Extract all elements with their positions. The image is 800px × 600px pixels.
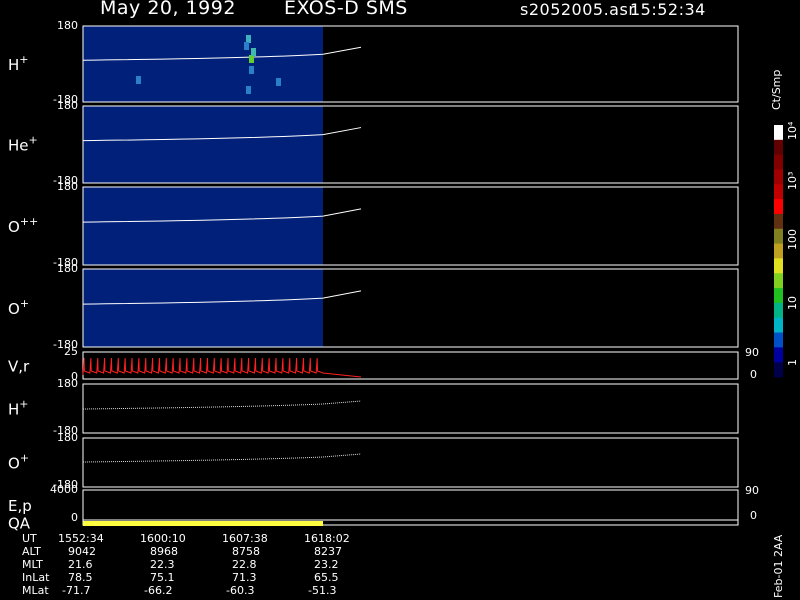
right-tick-bottom-4: 0 [750, 368, 757, 381]
ephem-inlat-3: 65.5 [314, 571, 339, 584]
ephem-alt-3: 8237 [314, 545, 342, 558]
vr-series-line [82, 357, 362, 378]
colorbar-seg-8 [774, 243, 783, 259]
colorbar-seg-2 [774, 154, 783, 170]
ephem-mlt-0: 21.6 [68, 558, 93, 571]
ephem-inlat-2: 71.3 [232, 571, 257, 584]
tick-top-5: 180 [57, 377, 78, 390]
heatmap-1 [83, 106, 323, 183]
ephem-inlat-1: 75.1 [150, 571, 175, 584]
tick-top-7: 4000 [50, 483, 78, 496]
right-tick-top-4: 90 [745, 346, 759, 359]
header-date: May 20, 1992 [100, 0, 236, 19]
version-label: Feb-01 2AA [772, 534, 785, 598]
panel-label-1: He+ [8, 134, 38, 155]
heatmap-0 [83, 26, 323, 102]
colorbar-title: Ct/Smp [770, 69, 783, 110]
ephem-label-ut: UT [22, 532, 37, 545]
ephem-alt-0: 9042 [68, 545, 96, 558]
colorbar-seg-1 [774, 139, 783, 156]
colorbar-seg-15 [774, 347, 783, 363]
tick-top-0: 180 [57, 19, 78, 32]
angle-trace-6 [82, 453, 362, 463]
panel-frame-5 [82, 383, 739, 434]
ephem-ut-0: 1552:34 [58, 532, 104, 545]
colorbar-seg-4 [774, 184, 783, 200]
panel-label-6: O+ [8, 452, 29, 473]
colorbar-tick-3: 10³ [786, 172, 799, 190]
tick-top-1: 180 [57, 99, 78, 112]
colorbar-tick-0: 1 [786, 359, 799, 366]
ephem-mlt-2: 22.8 [232, 558, 257, 571]
panel-label-8: QA [8, 515, 31, 533]
panel-frame-6 [82, 437, 739, 488]
panel-frame-7 [82, 489, 739, 521]
colorbar-seg-9 [774, 258, 783, 274]
right-tick-top-7: 90 [745, 484, 759, 497]
panel-frame-4 [82, 351, 739, 380]
ephem-mlt-1: 22.3 [150, 558, 175, 571]
ephem-label-inlat: InLat [22, 571, 50, 584]
ephem-label-mlat: MLat [22, 584, 49, 597]
hotspot-0 [246, 35, 251, 43]
ephem-ut-3: 1618:02 [304, 532, 350, 545]
ephem-label-mlt: MLT [22, 558, 43, 571]
colorbar-seg-13 [774, 317, 783, 334]
hotspot-1 [249, 55, 254, 63]
tick-top-3: 180 [57, 262, 78, 275]
right-tick-bottom-7: 0 [750, 509, 757, 522]
ephem-mlat-1: -66.2 [144, 584, 173, 597]
colorbar-seg-16 [774, 362, 783, 378]
header-time: 15:52:34 [630, 0, 706, 19]
colorbar-tick-2: 100 [786, 229, 799, 250]
panel-label-3: O+ [8, 297, 29, 318]
colorbar-tick-4: 10⁴ [786, 121, 799, 140]
hotspot-2 [251, 48, 256, 56]
colorbar-seg-6 [774, 213, 783, 230]
panel-label-7: E,p [8, 497, 32, 515]
multi-panel-plot: 180-180H+180-180He+180-180O++180-180O+25… [8, 19, 799, 533]
qa-bar [83, 521, 323, 526]
colorbar-seg-0 [774, 125, 783, 141]
hotspot-7 [246, 86, 251, 94]
tick-top-4: 25 [64, 345, 78, 358]
hotspot-3 [244, 42, 249, 50]
colorbar-seg-5 [774, 199, 783, 215]
ephem-inlat-0: 78.5 [68, 571, 93, 584]
colorbar-seg-11 [774, 288, 783, 304]
ephem-alt-2: 8758 [232, 545, 260, 558]
colorbar-seg-14 [774, 332, 783, 348]
ephem-mlat-0: -71.7 [62, 584, 91, 597]
panel-label-4: V,r [8, 358, 30, 376]
panel-label-5: H+ [8, 398, 29, 419]
ephem-alt-1: 8968 [150, 545, 178, 558]
heatmap-3 [83, 269, 323, 347]
panel-label-2: O++ [8, 215, 38, 236]
ephem-mlt-3: 23.2 [314, 558, 339, 571]
ephem-mlat-3: -51.3 [308, 584, 337, 597]
tick-top-6: 180 [57, 431, 78, 444]
tick-bottom-7: 0 [71, 511, 78, 524]
tick-top-2: 180 [57, 180, 78, 193]
colorbar-seg-12 [774, 302, 783, 319]
hotspot-6 [136, 76, 141, 84]
header-file: s2052005.asr [520, 0, 636, 19]
hotspot-4 [249, 66, 254, 74]
hotspot-5 [276, 78, 281, 86]
ephem-mlat-2: -60.3 [226, 584, 255, 597]
ephem-ut-1: 1600:10 [140, 532, 186, 545]
colorbar-tick-1: 10 [786, 296, 799, 310]
colorbar-seg-7 [774, 228, 783, 245]
panel-label-0: H+ [8, 53, 29, 74]
ephem-label-alt: ALT [22, 545, 41, 558]
angle-trace-5 [82, 400, 362, 410]
ephem-ut-2: 1607:38 [222, 532, 268, 545]
heatmap-2 [83, 187, 323, 265]
colorbar-seg-3 [774, 169, 783, 185]
header-instrument: EXOS-D SMS [284, 0, 408, 19]
colorbar-seg-10 [774, 273, 783, 289]
